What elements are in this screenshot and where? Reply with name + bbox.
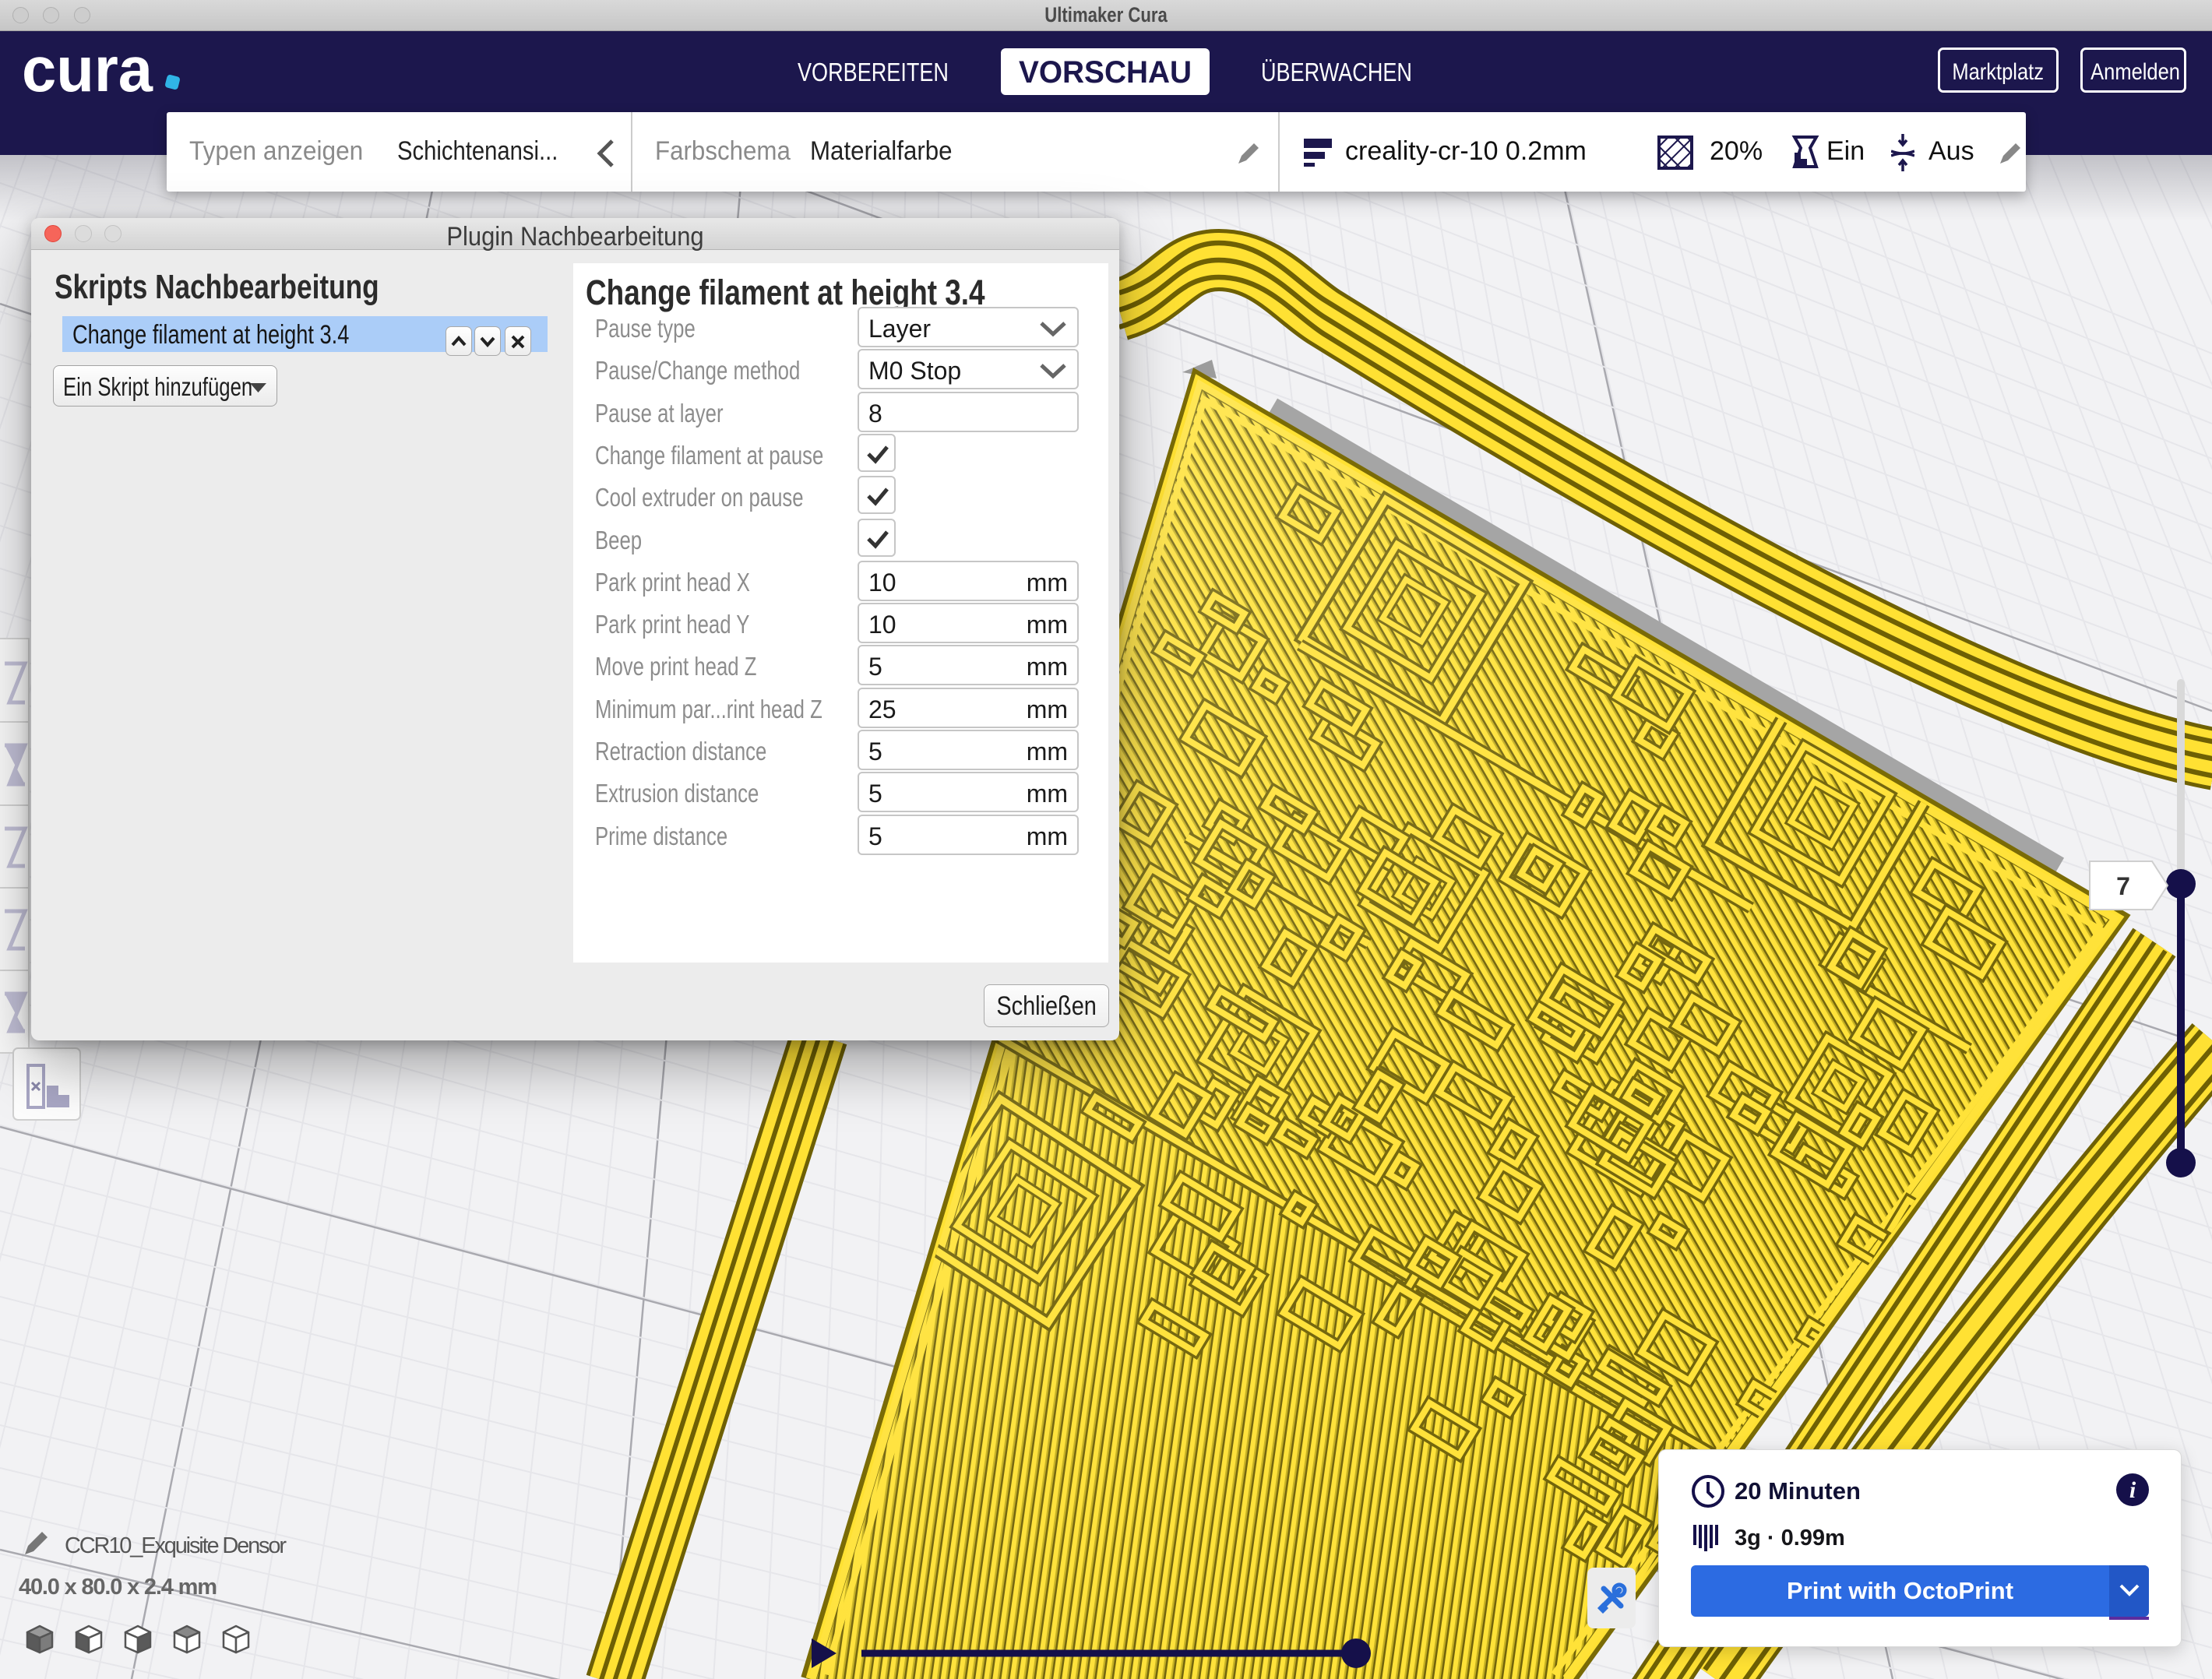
svg-text:7: 7 bbox=[2116, 872, 2130, 900]
svg-text:i: i bbox=[2129, 1477, 2136, 1503]
svg-text:CCR10_Exquisite Densor: CCR10_Exquisite Densor bbox=[65, 1533, 287, 1558]
svg-text:40.0 x 80.0 x 2.4 mm: 40.0 x 80.0 x 2.4 mm bbox=[19, 1575, 217, 1600]
